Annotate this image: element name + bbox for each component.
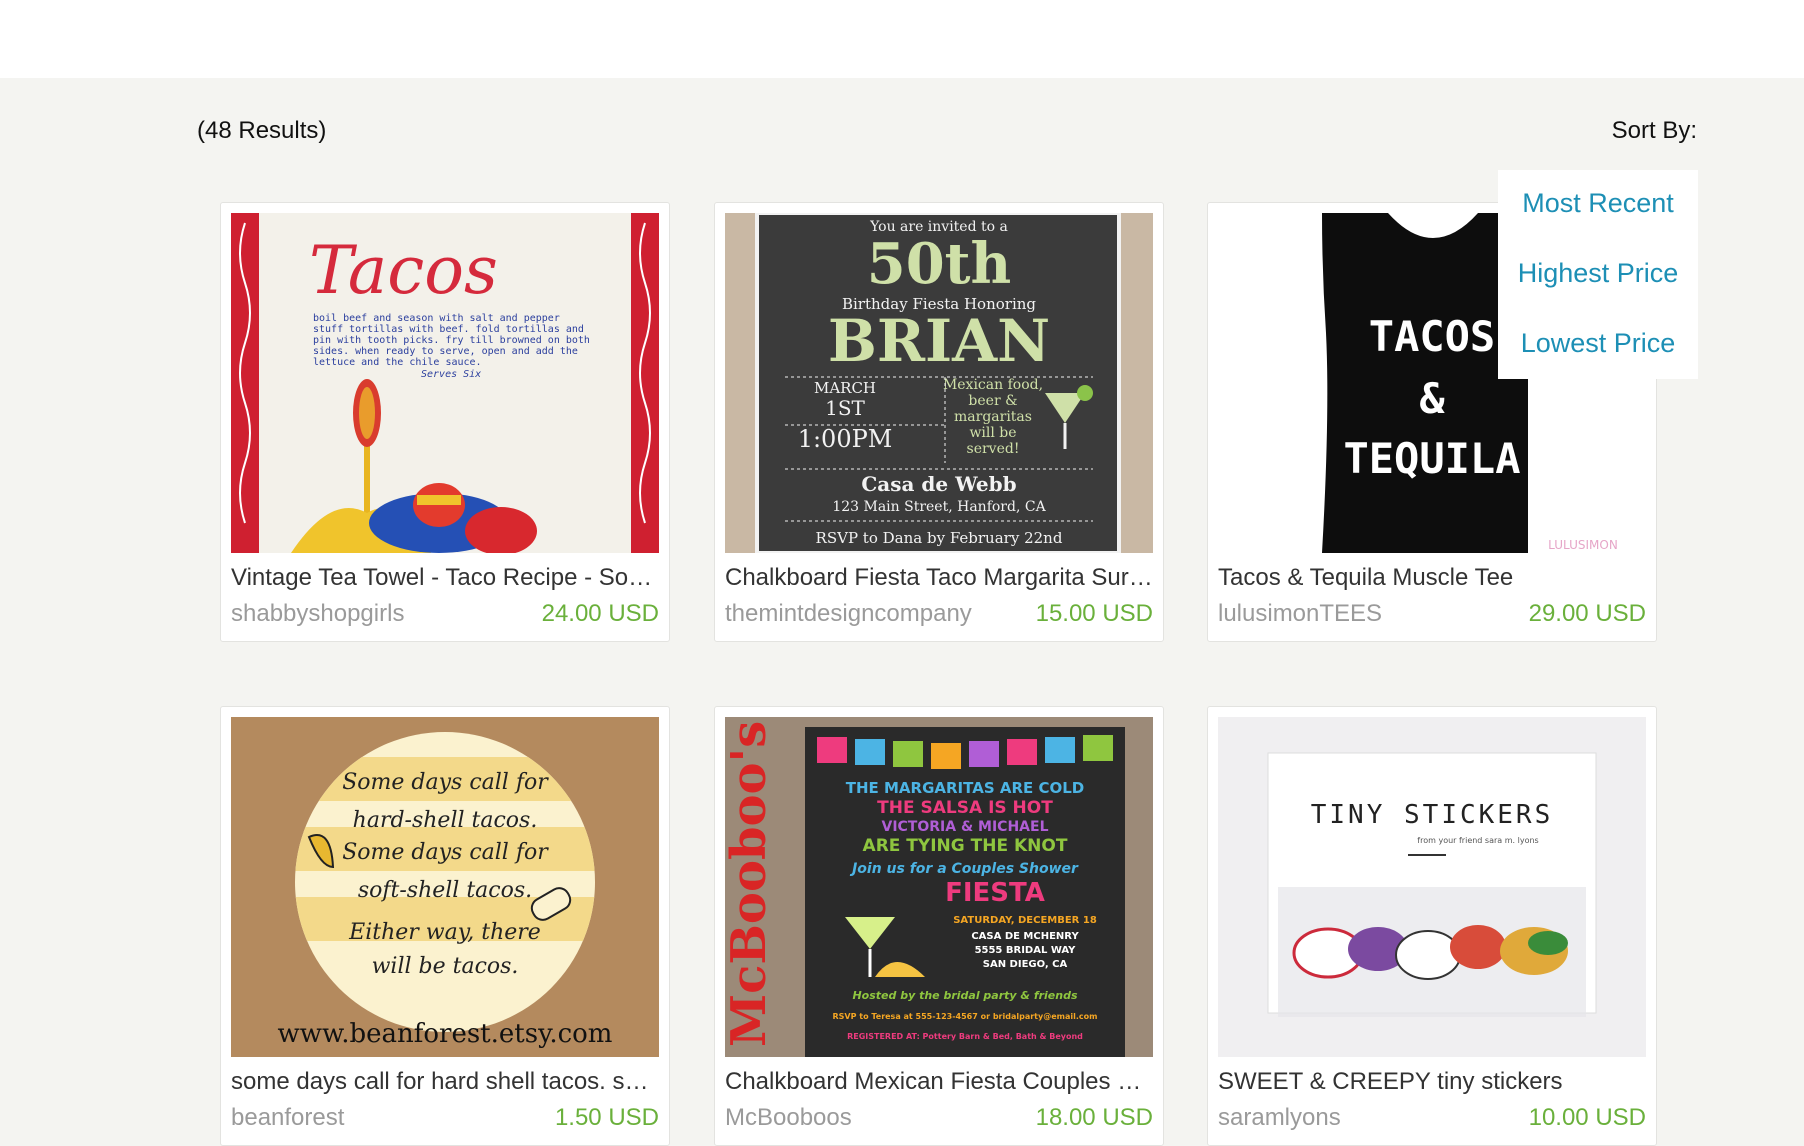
svg-text:50th: 50th — [867, 231, 1012, 297]
svg-text:Serves Six: Serves Six — [421, 369, 481, 380]
listing-shop[interactable]: shabbyshopgirls — [231, 600, 404, 628]
listing-card[interactable]: You are invited to a 50th Birthday Fiest… — [714, 202, 1164, 642]
svg-text:McBooboo's: McBooboo's — [725, 721, 777, 1047]
listing-title[interactable]: some days call for hard shell tacos. som… — [231, 1068, 659, 1096]
listing-price: 10.00 USD — [1528, 1104, 1646, 1131]
listing-image[interactable]: TINY STICKERS from your friend sara m. l… — [1218, 717, 1646, 1057]
listing-price: 29.00 USD — [1528, 600, 1646, 627]
svg-text:TACOS: TACOS — [1369, 312, 1495, 361]
svg-text:Casa de Webb: Casa de Webb — [861, 472, 1016, 496]
svg-text:1:00PM: 1:00PM — [798, 425, 893, 453]
svg-text:RSVP to Teresa at 555-123-4567: RSVP to Teresa at 555-123-4567 or bridal… — [833, 1012, 1098, 1021]
svg-text:beer &: beer & — [968, 393, 1017, 409]
svg-text:boil beef and season with salt: boil beef and season with salt and peppe… — [313, 313, 560, 324]
listing-title[interactable]: Tacos & Tequila Muscle Tee — [1218, 564, 1646, 592]
tea-towel-image: Tacos boil beef and season with salt and… — [231, 213, 659, 553]
listing-price: 1.50 USD — [554, 1104, 659, 1131]
listing-title[interactable]: SWEET & CREEPY tiny stickers — [1218, 1068, 1646, 1096]
svg-text:TEQUILA: TEQUILA — [1343, 434, 1520, 483]
svg-text:served!: served! — [967, 441, 1020, 457]
svg-text:Some days call for: Some days call for — [342, 770, 549, 795]
svg-text:REGISTERED AT: Pottery Barn &: REGISTERED AT: Pottery Barn & Bed, Bath … — [847, 1032, 1083, 1041]
listing-shop[interactable]: saramlyons — [1218, 1104, 1341, 1132]
sort-option-most-recent[interactable]: Most Recent — [1498, 188, 1698, 219]
svg-text:Join us for a Couples Shower: Join us for a Couples Shower — [849, 861, 1079, 877]
listing-image[interactable]: McBooboo's THE MARGARITAS ARE COLD THE S… — [725, 717, 1153, 1057]
listing-shop[interactable]: McBooboos — [725, 1104, 852, 1132]
svg-text:VICTORIA & MICHAEL: VICTORIA & MICHAEL — [881, 819, 1048, 835]
svg-text:BRIAN: BRIAN — [828, 307, 1050, 375]
svg-text:MARCH: MARCH — [814, 379, 876, 397]
sort-option-lowest-price[interactable]: Lowest Price — [1498, 328, 1698, 359]
listing-image[interactable]: Some days call for hard-shell tacos. Som… — [231, 717, 659, 1057]
svg-text:TINY STICKERS: TINY STICKERS — [1311, 800, 1554, 830]
svg-text:LULUSIMON: LULUSIMON — [1548, 538, 1618, 552]
svg-text:soft-shell tacos.: soft-shell tacos. — [358, 878, 532, 903]
sort-option-highest-price[interactable]: Highest Price — [1498, 258, 1698, 289]
svg-text:THE SALSA IS HOT: THE SALSA IS HOT — [877, 798, 1053, 818]
svg-text:Either way, there: Either way, there — [348, 920, 541, 945]
listing-price: 24.00 USD — [541, 600, 659, 627]
fiesta-invitation-image: McBooboo's THE MARGARITAS ARE COLD THE S… — [725, 717, 1153, 1057]
sort-dropdown-menu: Most Recent Highest Price Lowest Price — [1498, 170, 1698, 379]
svg-text:www.beanforest.etsy.com: www.beanforest.etsy.com — [278, 1019, 613, 1049]
pin-button-image: Some days call for hard-shell tacos. Som… — [231, 717, 659, 1057]
listing-title[interactable]: Chalkboard Mexican Fiesta Couples Shower… — [725, 1068, 1153, 1096]
chalkboard-invitation-image: You are invited to a 50th Birthday Fiest… — [725, 213, 1153, 553]
svg-text:&: & — [1419, 374, 1445, 423]
svg-text:FIESTA: FIESTA — [945, 878, 1045, 908]
svg-text:RSVP to Dana by February 22nd: RSVP to Dana by February 22nd — [816, 529, 1063, 547]
svg-text:pin with tooth picks. fry till: pin with tooth picks. fry till browned o… — [313, 335, 590, 346]
svg-text:5555 BRIDAL WAY: 5555 BRIDAL WAY — [975, 945, 1077, 956]
svg-text:Mexican food,: Mexican food, — [943, 377, 1043, 393]
svg-text:will be tacos.: will be tacos. — [372, 954, 519, 979]
svg-text:SATURDAY, DECEMBER 18: SATURDAY, DECEMBER 18 — [953, 915, 1097, 926]
svg-text:1ST: 1ST — [825, 396, 865, 420]
towel-heading: Tacos — [309, 232, 498, 309]
svg-text:THE MARGARITAS ARE COLD: THE MARGARITAS ARE COLD — [846, 779, 1085, 797]
listing-price: 15.00 USD — [1035, 600, 1153, 627]
listing-shop[interactable]: beanforest — [231, 1104, 344, 1132]
listing-shop[interactable]: lulusimonTEES — [1218, 600, 1382, 628]
svg-text:Hosted by the bridal party & f: Hosted by the bridal party & friends — [852, 989, 1078, 1002]
listing-title[interactable]: Chalkboard Fiesta Taco Margarita Surpris… — [725, 564, 1153, 592]
listing-title[interactable]: Vintage Tea Towel - Taco Recipe - Sombre… — [231, 564, 659, 592]
svg-text:will be: will be — [969, 425, 1016, 441]
listing-card[interactable]: Tacos boil beef and season with salt and… — [220, 202, 670, 642]
svg-text:from your friend sara m. lyons: from your friend sara m. lyons — [1417, 836, 1538, 845]
svg-text:Some days call for: Some days call for — [342, 840, 549, 865]
listing-image[interactable]: You are invited to a 50th Birthday Fiest… — [725, 213, 1153, 553]
svg-text:margaritas: margaritas — [954, 409, 1032, 425]
listing-card[interactable]: TINY STICKERS from your friend sara m. l… — [1207, 706, 1657, 1146]
svg-text:hard-shell tacos.: hard-shell tacos. — [353, 808, 538, 833]
listing-shop[interactable]: themintdesigncompany — [725, 600, 972, 628]
svg-text:lettuce and the chile sauce.: lettuce and the chile sauce. — [313, 357, 482, 368]
listing-image[interactable]: Tacos boil beef and season with salt and… — [231, 213, 659, 553]
listing-price: 18.00 USD — [1035, 1104, 1153, 1131]
svg-text:CASA DE MCHENRY: CASA DE MCHENRY — [971, 931, 1079, 942]
svg-text:123 Main Street, Hanford, CA: 123 Main Street, Hanford, CA — [832, 499, 1046, 515]
svg-text:SAN DIEGO, CA: SAN DIEGO, CA — [983, 959, 1068, 970]
svg-text:stuff tortillas with beef. fol: stuff tortillas with beef. fold tortilla… — [313, 324, 584, 335]
listing-card[interactable]: Some days call for hard-shell tacos. Som… — [220, 706, 670, 1146]
listing-card[interactable]: McBooboo's THE MARGARITAS ARE COLD THE S… — [714, 706, 1164, 1146]
svg-text:ARE TYING THE KNOT: ARE TYING THE KNOT — [863, 836, 1068, 856]
tiny-stickers-image: TINY STICKERS from your friend sara m. l… — [1218, 717, 1646, 1057]
listing-grid: Tacos boil beef and season with salt and… — [0, 0, 1804, 1146]
svg-text:sides. when ready to serve, op: sides. when ready to serve, open and add… — [313, 346, 578, 357]
